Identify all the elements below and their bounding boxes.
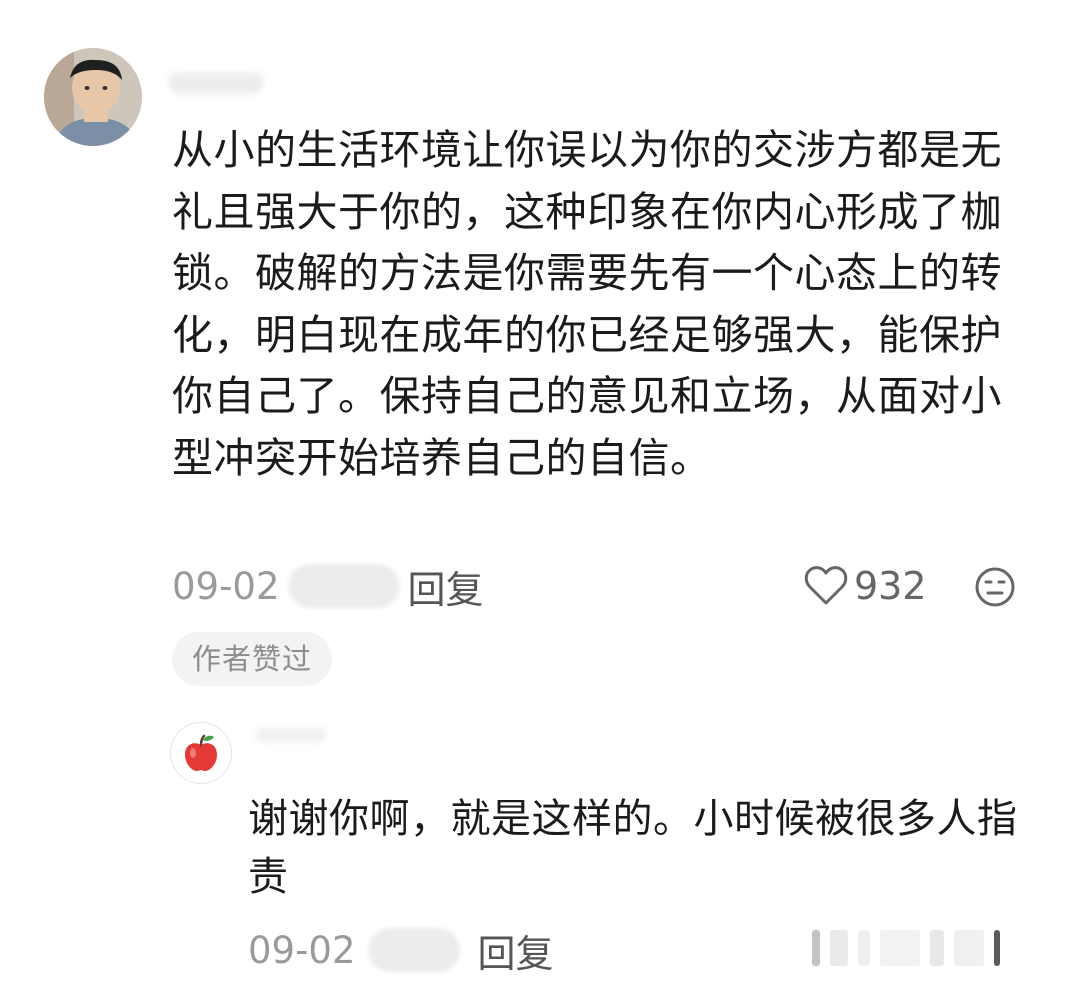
reply-reply-button[interactable]: 回复 [478,923,554,978]
reply-date: 09-02 [248,928,356,972]
comment-date: 09-02 [172,564,280,608]
replier-username-redacted [256,728,326,742]
meh-face-icon[interactable] [974,566,1016,608]
replier-avatar[interactable] [170,722,232,784]
author-liked-badge: 作者赞过 [172,632,333,686]
reply-meta: 09-02 回复 [248,924,554,976]
commenter-avatar[interactable] [44,48,142,146]
person-photo-icon [44,48,142,146]
reply-button[interactable]: 回复 [408,559,484,614]
watermark-artifact [812,926,1024,970]
like-button[interactable]: 932 [804,562,927,610]
commenter-username-redacted [168,72,264,94]
reply-body: 谢谢你啊，就是这样的。小时候被很多人指责 [248,796,1018,900]
comment-body: 从小的生活环境让你误以为你的交涉方都是无礼且强大于你的，这种印象在你内心形成了枷… [172,126,1002,482]
comment-meta: 09-02 回复 [172,560,484,612]
reply-location-redacted [367,928,460,972]
apple-icon [185,734,217,771]
like-count: 932 [854,564,927,608]
location-redacted [287,564,400,608]
heart-outline-icon [804,566,848,605]
